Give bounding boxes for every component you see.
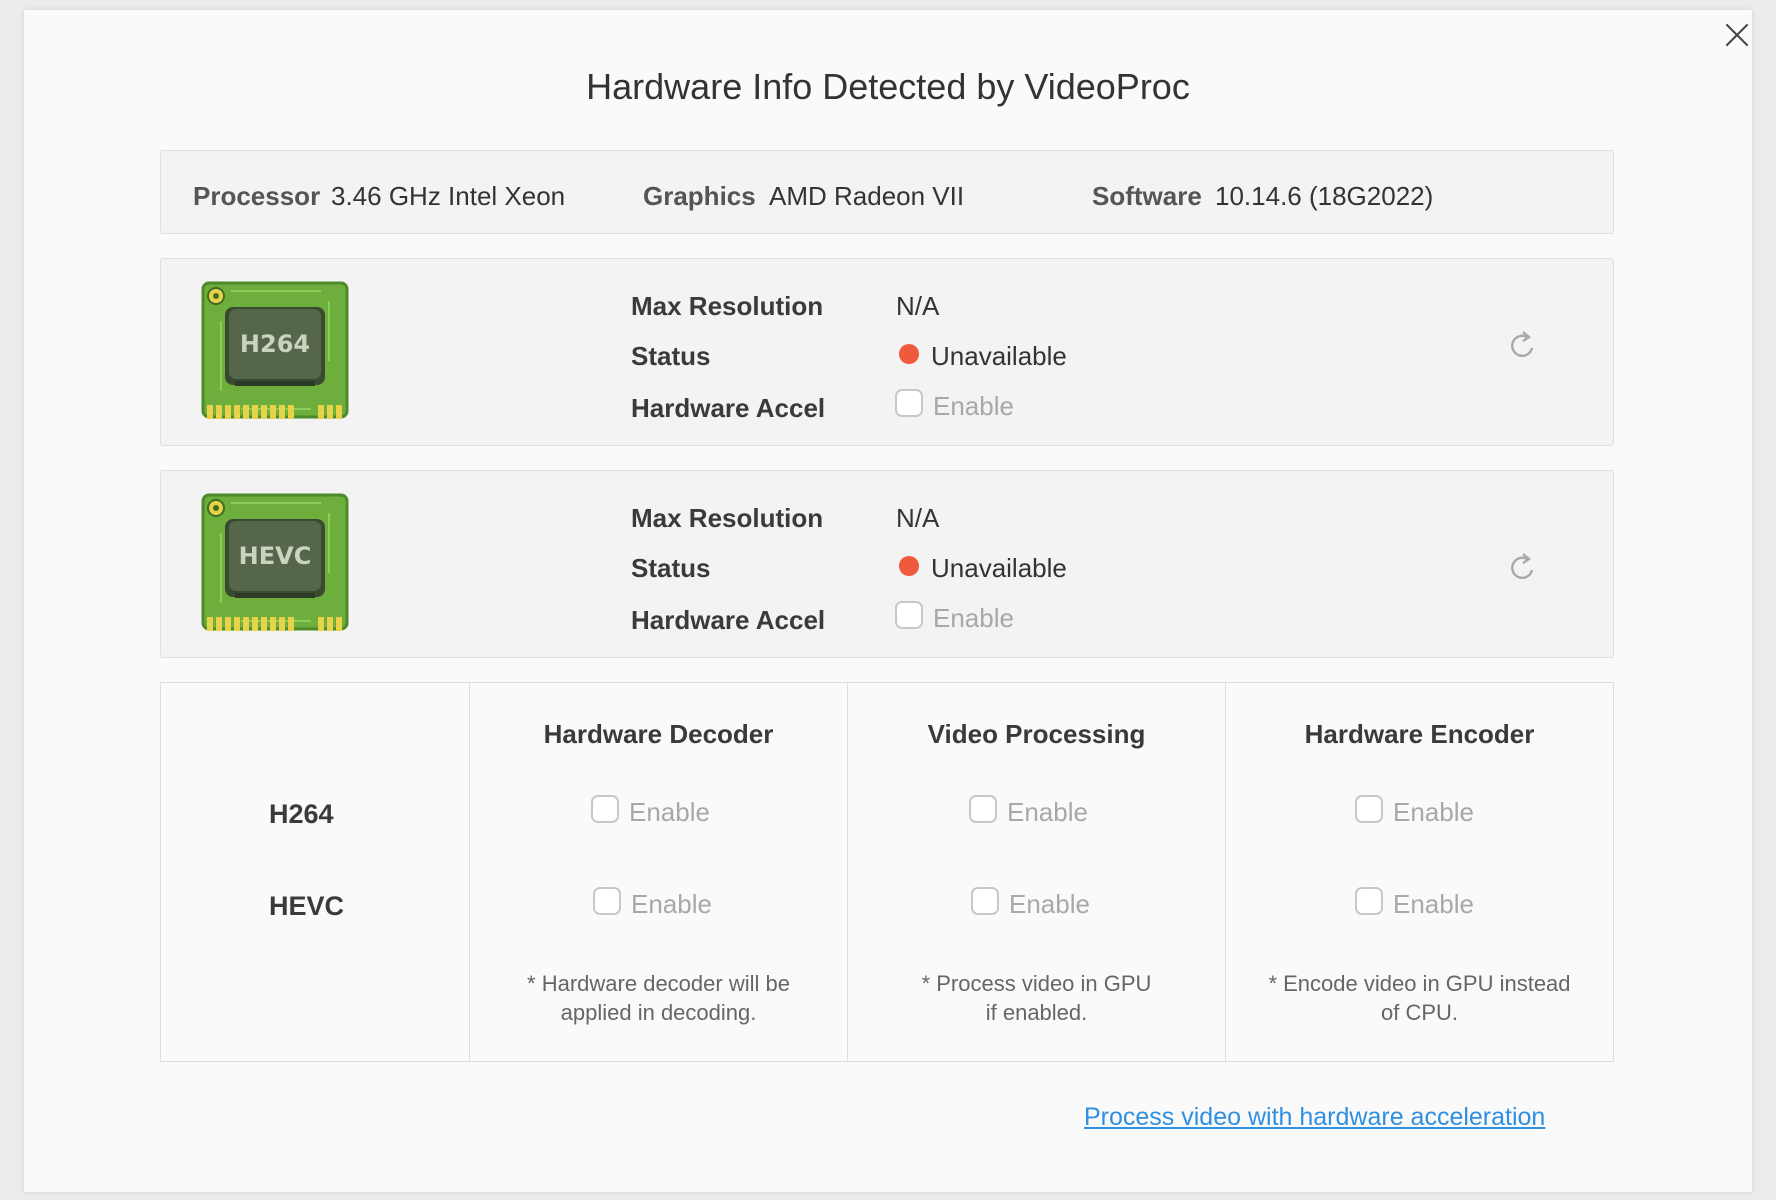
max-resolution-label: Max Resolution (631, 291, 824, 321)
hevc-processing-checkbox[interactable] (971, 887, 999, 915)
refresh-icon[interactable] (1507, 551, 1539, 583)
codec-panel-hevc: HEVC Max Resolution N/A Status Unavailab… (160, 470, 1614, 658)
decoder-note: * Hardware decoder will be applied in dec… (527, 971, 790, 1025)
hevc-chip-icon: HEVC (201, 493, 349, 631)
status-dot-icon (899, 344, 919, 364)
hardware-accel-label: Hardware Accel (631, 605, 826, 635)
graphics-label: Graphics (643, 181, 756, 211)
processor-value: 3.46 GHz Intel Xeon (331, 181, 566, 211)
processor-label: Processor (193, 181, 321, 211)
h264-processing-enable-label[interactable]: Enable (1007, 797, 1088, 828)
h264-encoder-enable-label[interactable]: Enable (1393, 797, 1474, 828)
process-with-hardware-acceleration-link[interactable]: Process video with hardware acceleration (1084, 1103, 1545, 1132)
status-value: Unavailable (931, 553, 1067, 583)
hevc-decoder-checkbox[interactable] (593, 887, 621, 915)
hevc-encoder-enable-label[interactable]: Enable (1393, 889, 1474, 920)
row-header-h264: H264 (269, 799, 334, 829)
status-dot-icon (899, 556, 919, 576)
codec-panel-h264: H264 Max Resolution N/A Status Unavailab… (160, 258, 1614, 446)
h264-chip-icon: H264 (201, 281, 349, 419)
chip-label: HEVC (239, 542, 312, 570)
hevc-processing-enable-label[interactable]: Enable (1009, 889, 1090, 920)
processing-note: * Process video in GPU if enabled. (921, 971, 1152, 1025)
hardware-accel-checkbox[interactable] (895, 601, 923, 629)
refresh-icon[interactable] (1507, 329, 1539, 361)
column-header-hardware-encoder: Hardware Encoder (1304, 719, 1535, 749)
acceleration-matrix: Hardware Decoder Video Processing Hardwa… (160, 682, 1614, 1062)
max-resolution-value: N/A (896, 503, 940, 533)
hardware-accel-enable-label[interactable]: Enable (933, 391, 1014, 422)
status-label: Status (631, 341, 711, 371)
hardware-accel-checkbox[interactable] (895, 389, 923, 417)
column-header-hardware-decoder: Hardware Decoder (543, 719, 774, 749)
chip-label: H264 (240, 330, 310, 358)
row-header-hevc: HEVC (269, 891, 345, 921)
status-value: Unavailable (931, 341, 1067, 371)
software-label: Software (1092, 181, 1202, 211)
h264-decoder-checkbox[interactable] (591, 795, 619, 823)
hevc-decoder-enable-label[interactable]: Enable (631, 889, 712, 920)
column-header-video-processing: Video Processing (927, 719, 1146, 749)
software-value: 10.14.6 (18G2022) (1215, 181, 1434, 211)
hevc-encoder-checkbox[interactable] (1355, 887, 1383, 915)
max-resolution-value: N/A (896, 291, 940, 321)
hardware-accel-label: Hardware Accel (631, 393, 826, 423)
h264-encoder-checkbox[interactable] (1355, 795, 1383, 823)
close-icon[interactable] (1720, 18, 1754, 52)
status-label: Status (631, 553, 711, 583)
system-info-bar: Processor 3.46 GHz Intel Xeon Graphics A… (160, 150, 1614, 234)
graphics-value: AMD Radeon VII (769, 181, 965, 211)
dialog-title: Hardware Info Detected by VideoProc (586, 66, 1190, 107)
hardware-accel-enable-label[interactable]: Enable (933, 603, 1014, 634)
h264-decoder-enable-label[interactable]: Enable (629, 797, 710, 828)
encoder-note: * Encode video in GPU instead of CPU. (1268, 971, 1571, 1025)
max-resolution-label: Max Resolution (631, 503, 824, 533)
h264-processing-checkbox[interactable] (969, 795, 997, 823)
